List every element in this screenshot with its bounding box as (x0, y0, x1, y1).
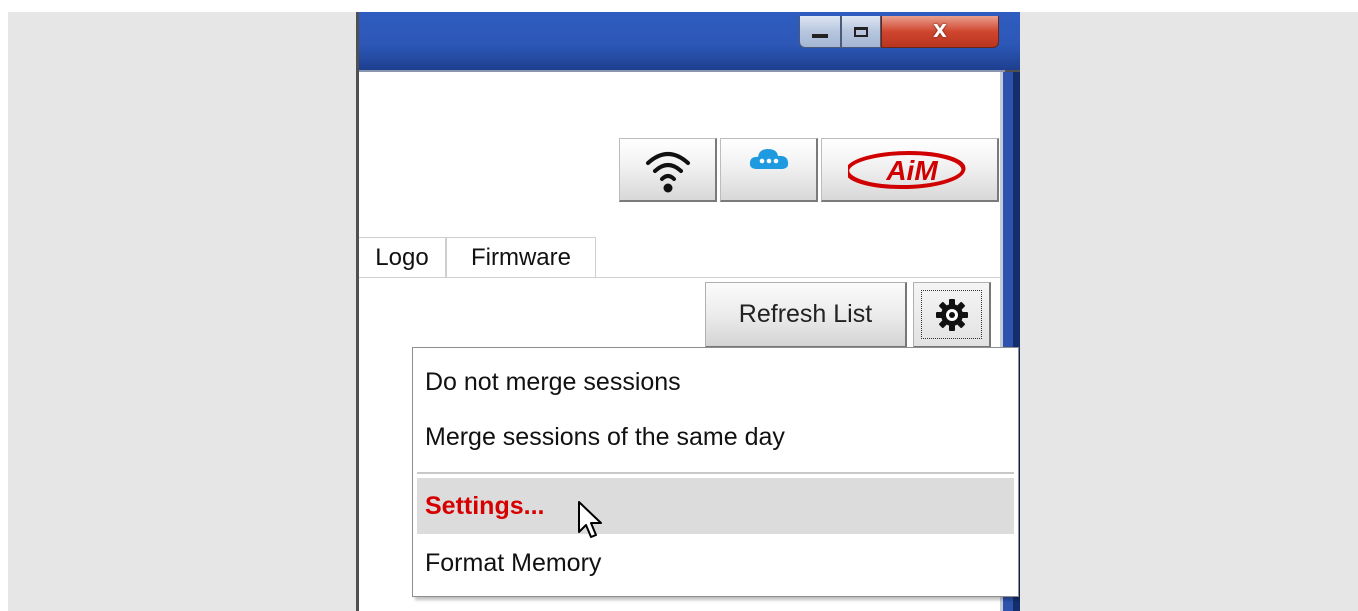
aim-button[interactable]: AiM (821, 138, 999, 202)
svg-text:AiM: AiM (885, 155, 938, 186)
menu-item-settings[interactable]: Settings... (417, 478, 1014, 534)
wifi-icon (645, 151, 690, 192)
maximize-icon (854, 26, 868, 37)
menu-item-format-memory[interactable]: Format Memory (417, 536, 1014, 590)
menu-item-merge-same-day[interactable]: Merge sessions of the same day (417, 410, 1014, 464)
refresh-list-button[interactable]: Refresh List (705, 282, 907, 348)
mouse-pointer-icon (578, 501, 602, 538)
close-icon: X (933, 21, 947, 42)
maximize-button[interactable] (841, 16, 881, 48)
menu-item-do-not-merge[interactable]: Do not merge sessions (417, 355, 1014, 409)
wifi-button[interactable] (619, 138, 717, 202)
app-window: X AiM Logo Firmware Refresh List Do not … (356, 12, 1020, 611)
tab-firmware[interactable]: Firmware (446, 237, 596, 278)
menu-separator (417, 472, 1014, 475)
focus-rectangle (921, 290, 982, 339)
tab-logo[interactable]: Logo (359, 237, 446, 278)
cloud-button[interactable] (720, 138, 818, 202)
close-button[interactable]: X (881, 16, 999, 48)
tab-divider (359, 277, 1000, 278)
cloud-icon (749, 148, 788, 169)
context-menu: Do not merge sessions Merge sessions of … (412, 347, 1019, 597)
settings-gear-button[interactable] (913, 282, 991, 348)
minimize-button[interactable] (799, 16, 841, 48)
minimize-icon (812, 33, 828, 38)
aim-logo: AiM (847, 150, 965, 189)
caption-buttons: X (795, 14, 1007, 52)
title-bar[interactable]: X (359, 12, 1020, 70)
